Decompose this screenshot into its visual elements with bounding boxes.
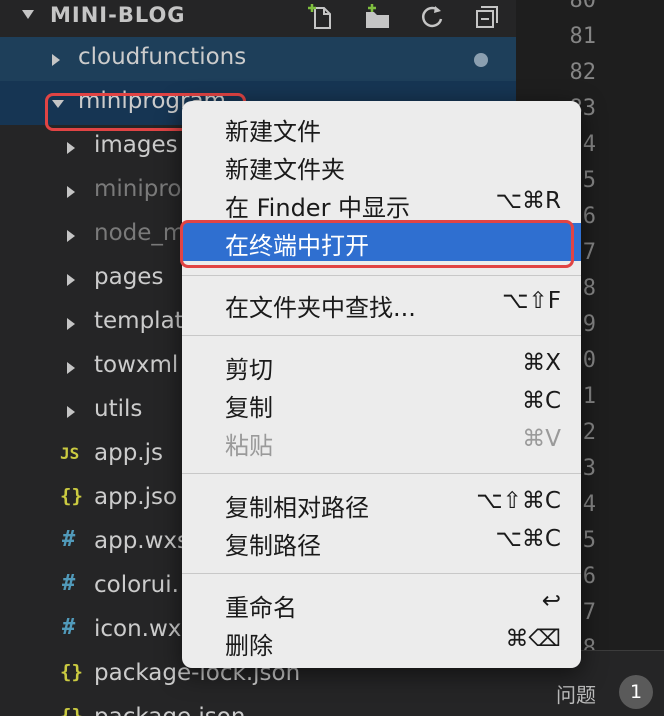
css-file-icon: #: [62, 571, 76, 596]
collapse-all-icon[interactable]: [472, 2, 502, 32]
menu-separator: [182, 473, 581, 474]
menu-item-shortcut: ⌥⌘C: [495, 526, 561, 552]
menu-item-label: 新建文件: [225, 118, 321, 146]
js-file-icon: JS: [60, 444, 80, 463]
css-file-icon: #: [62, 527, 76, 552]
chevron-right-icon: [67, 362, 75, 374]
tree-item-label: pages: [94, 264, 164, 290]
menu-item-label: 重命名: [225, 594, 297, 622]
menu-item-copy-path[interactable]: 复制路径 ⌥⌘C: [182, 523, 581, 561]
menu-separator: [182, 275, 581, 276]
menu-item-label: 复制: [225, 394, 273, 422]
new-folder-icon[interactable]: [362, 2, 392, 32]
menu-separator: [182, 573, 581, 574]
menu-item-new-file[interactable]: 新建文件: [182, 109, 581, 147]
menu-item-shortcut: ↩: [541, 588, 561, 614]
menu-item-label: 在文件夹中查找...: [225, 294, 416, 322]
chevron-right-icon: [67, 274, 75, 286]
menu-item-label: 粘贴: [225, 432, 273, 460]
menu-item-find-in-folder[interactable]: 在文件夹中查找... ⌥⇧F: [182, 285, 581, 323]
menu-item-label: 复制路径: [225, 532, 321, 560]
line-number: 82: [569, 60, 597, 85]
workspace-title: MINI-BLOG: [50, 3, 186, 27]
menu-item-label: 删除: [225, 632, 273, 660]
tree-item-label: app.wxs: [94, 528, 190, 554]
tree-item-package-json[interactable]: {} package.json: [0, 697, 516, 716]
chevron-right-icon: [67, 230, 75, 242]
tree-item-label: app.jso: [94, 484, 178, 510]
tree-item-label: utils: [94, 396, 143, 422]
menu-item-copy-relative-path[interactable]: 复制相对路径 ⌥⇧⌘C: [182, 485, 581, 523]
menu-item-rename[interactable]: 重命名 ↩: [182, 585, 581, 623]
menu-item-shortcut: ⌥⇧F: [501, 288, 561, 314]
menu-item-shortcut: ⌘C: [521, 388, 561, 414]
json-file-icon: {}: [60, 705, 83, 716]
menu-item-label: 剪切: [225, 356, 273, 384]
menu-item-new-folder[interactable]: 新建文件夹: [182, 147, 581, 185]
new-file-icon[interactable]: [306, 2, 336, 32]
line-number: 81: [569, 24, 597, 49]
menu-item-shortcut: ⌘X: [522, 350, 561, 376]
tree-item-label: package.json: [94, 704, 245, 716]
annotation-highlight-box: [180, 220, 574, 268]
menu-item-cut[interactable]: 剪切 ⌘X: [182, 347, 581, 385]
menu-item-label: 新建文件夹: [225, 156, 345, 184]
menu-item-delete[interactable]: 删除 ⌘⌫: [182, 623, 581, 661]
css-file-icon: #: [62, 615, 76, 640]
context-menu: 新建文件 新建文件夹 在 Finder 中显示 ⌥⌘R 在终端中打开 在文件夹中…: [182, 101, 581, 668]
menu-item-shortcut: ⌥⌘R: [495, 188, 562, 214]
tree-item-label: cloudfunctions: [78, 44, 247, 70]
menu-item-shortcut: ⌥⇧⌘C: [476, 488, 561, 514]
menu-item-label: 复制相对路径: [225, 494, 369, 522]
problems-count-badge: 1: [619, 675, 653, 709]
line-number: 80: [569, 0, 597, 13]
chevron-right-icon: [67, 318, 75, 330]
modified-dot-icon: [474, 53, 488, 67]
menu-item-shortcut: ⌘⌫: [505, 626, 561, 652]
chevron-right-icon: [67, 186, 75, 198]
tree-item-label: node_m: [94, 220, 186, 246]
tree-item-cloudfunctions[interactable]: cloudfunctions: [0, 37, 516, 81]
refresh-icon[interactable]: [417, 2, 447, 32]
chevron-down-icon[interactable]: [22, 10, 34, 19]
menu-item-label: 在 Finder 中显示: [225, 194, 411, 222]
menu-item-paste: 粘贴 ⌘V: [182, 423, 581, 461]
menu-item-shortcut: ⌘V: [522, 426, 561, 452]
menu-item-reveal-in-finder[interactable]: 在 Finder 中显示 ⌥⌘R: [182, 185, 581, 223]
chevron-right-icon: [67, 142, 75, 154]
chevron-right-icon: [67, 406, 75, 418]
tree-item-label: images: [94, 132, 178, 158]
tree-item-label: towxml: [94, 352, 179, 378]
json-file-icon: {}: [60, 485, 83, 507]
tree-item-label: templat: [94, 308, 184, 334]
tree-item-label: minipro: [94, 176, 182, 202]
chevron-right-icon: [52, 54, 60, 66]
tree-item-label: app.js: [94, 440, 163, 466]
tree-item-label: icon.wx: [94, 616, 182, 642]
json-file-icon: {}: [60, 661, 83, 683]
tree-item-label: colorui.: [94, 572, 179, 598]
menu-separator: [182, 335, 581, 336]
problems-tab[interactable]: 问题: [556, 679, 596, 708]
explorer-header[interactable]: MINI-BLOG: [0, 0, 516, 36]
menu-item-copy[interactable]: 复制 ⌘C: [182, 385, 581, 423]
